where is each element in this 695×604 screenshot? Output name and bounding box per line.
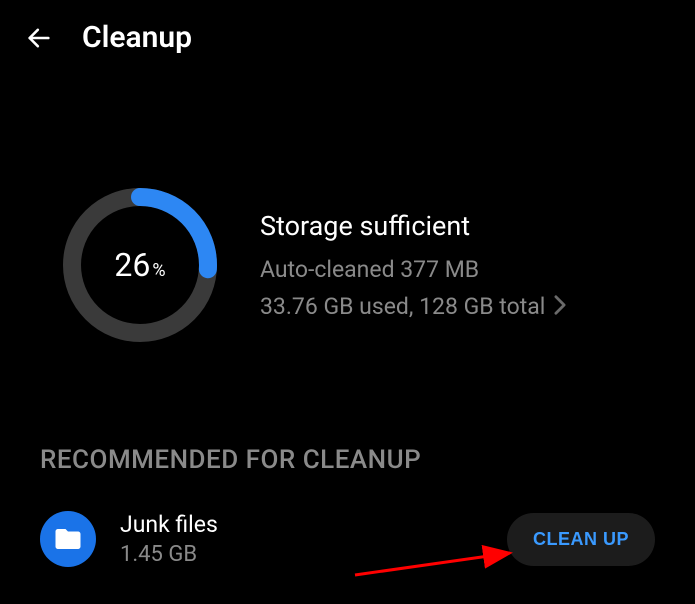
- page-title: Cleanup: [82, 20, 192, 55]
- percentage-value: 26: [114, 246, 150, 284]
- item-title: Junk files: [120, 511, 483, 538]
- recommended-section-header: RECOMMENDED FOR CLEANUP: [0, 385, 695, 503]
- storage-detail-row: 33.76 GB used, 128 GB total: [260, 293, 655, 320]
- storage-info: Storage sufficient Auto-cleaned 377 MB 3…: [260, 210, 655, 320]
- storage-usage-detail: 33.76 GB used, 128 GB total: [260, 293, 545, 320]
- storage-summary[interactable]: 26 % Storage sufficient Auto-cleaned 377…: [0, 75, 695, 385]
- item-size: 1.45 GB: [120, 542, 483, 567]
- storage-ring: 26 %: [60, 185, 220, 345]
- back-icon[interactable]: [24, 23, 54, 53]
- percent-symbol: %: [152, 260, 165, 281]
- storage-auto-cleaned: Auto-cleaned 377 MB: [260, 256, 655, 283]
- recommendation-item: Junk files 1.45 GB CLEAN UP: [0, 503, 695, 575]
- item-info: Junk files 1.45 GB: [120, 511, 483, 567]
- storage-percentage: 26 %: [114, 246, 165, 284]
- header: Cleanup: [0, 0, 695, 75]
- cleanup-button[interactable]: CLEAN UP: [507, 513, 655, 566]
- storage-status-title: Storage sufficient: [260, 210, 655, 242]
- folder-icon: [40, 511, 96, 567]
- chevron-right-icon: [553, 294, 567, 320]
